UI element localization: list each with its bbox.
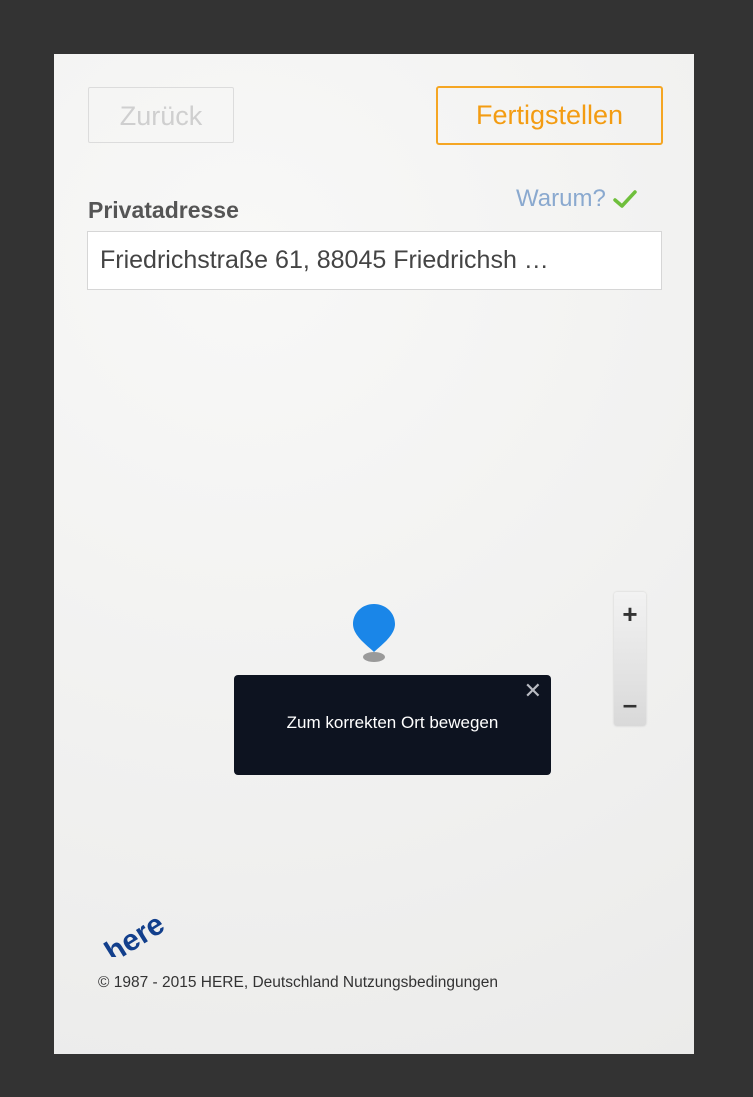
address-panel: Zurück Fertigstellen Privatadresse Warum… xyxy=(54,54,694,1054)
zoom-in-button[interactable]: + xyxy=(614,594,646,634)
copyright-text: © 1987 - 2015 HERE, Deutschland Nutzungs… xyxy=(98,974,499,991)
screen-frame: Zurück Fertigstellen Privatadresse Warum… xyxy=(0,0,753,1097)
here-logo-text: here xyxy=(99,907,168,957)
address-field[interactable]: Friedrichstraße 61, 88045 Friedrichsh … xyxy=(87,231,662,290)
back-button[interactable]: Zurück xyxy=(88,87,234,143)
here-logo: here xyxy=(99,907,168,957)
why-link-label[interactable]: Warum? xyxy=(516,185,606,213)
map-tooltip: ✕ Zum korrekten Ort bewegen xyxy=(234,675,551,775)
address-label: Privatadresse xyxy=(88,197,239,223)
close-icon[interactable]: ✕ xyxy=(524,678,542,704)
why-link[interactable]: Warum? xyxy=(516,185,638,213)
map-pin-icon[interactable] xyxy=(351,602,397,664)
finish-button[interactable]: Fertigstellen xyxy=(436,86,663,145)
tooltip-text: Zum korrekten Ort bewegen xyxy=(286,713,499,732)
zoom-out-button[interactable]: – xyxy=(614,684,646,724)
check-icon xyxy=(613,190,637,208)
zoom-control: + – xyxy=(614,592,646,726)
